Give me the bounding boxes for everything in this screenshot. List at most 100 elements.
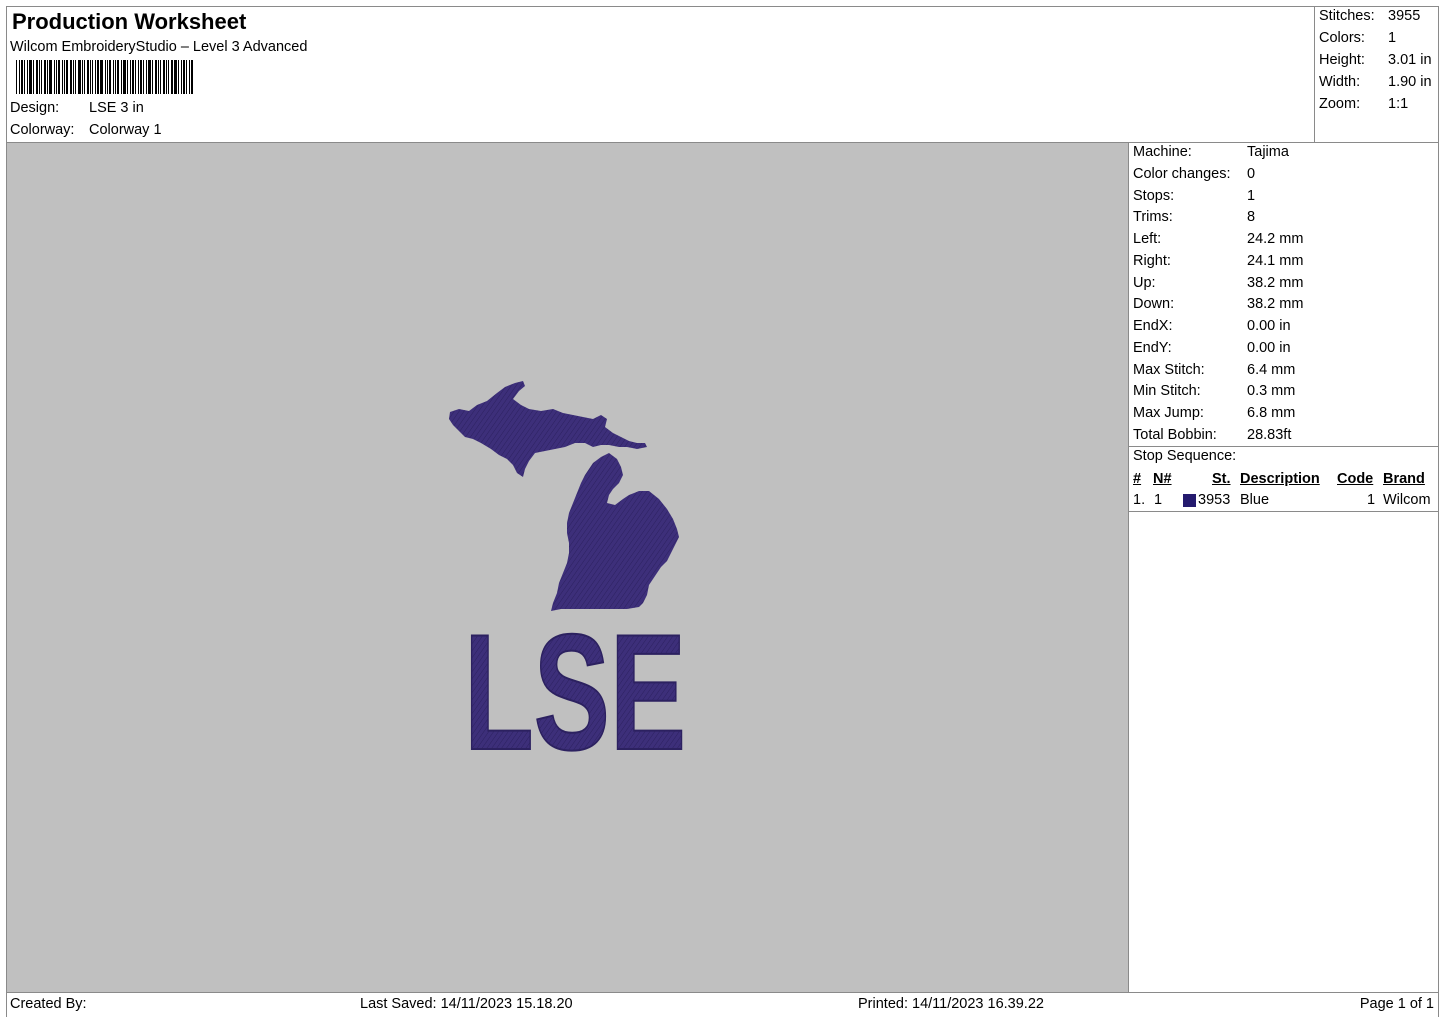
barcode-bar	[24, 60, 25, 94]
barcode-bar	[163, 60, 165, 94]
summary-label: Width:	[1319, 74, 1361, 90]
detail-label: Stops:	[1133, 187, 1175, 204]
barcode-bar	[56, 60, 57, 94]
detail-value: 0.3 mm	[1247, 383, 1296, 400]
detail-row: Up: 38.2 mm	[1133, 275, 1303, 291]
color-swatch	[1183, 494, 1196, 507]
detail-row: Max Jump: 6.8 mm	[1133, 405, 1295, 421]
barcode-bar	[191, 60, 193, 94]
colorway-value: Colorway 1	[89, 122, 162, 138]
barcode-bar	[171, 60, 173, 94]
summary-value: 3.01 in	[1388, 52, 1432, 68]
barcode-bar	[75, 60, 76, 94]
barcode-bar	[82, 60, 83, 94]
detail-label: Right:	[1133, 252, 1171, 269]
barcode-bar	[123, 60, 126, 94]
barcode-bar	[47, 60, 48, 94]
barcode-bar	[95, 60, 96, 94]
design-label: Design:	[10, 100, 60, 116]
stop-sequence-header: # N# St. Description Code Brand	[1133, 471, 1436, 489]
barcode-bar	[130, 60, 131, 94]
barcode-bar	[166, 60, 167, 94]
detail-value: 0.00 in	[1247, 318, 1291, 334]
barcode-bar	[140, 60, 142, 94]
detail-row: Total Bobbin: 28.83ft	[1133, 427, 1291, 443]
barcode-bar	[90, 60, 91, 94]
barcode-bar	[58, 60, 60, 94]
row-stitch: 3953	[1198, 492, 1231, 508]
detail-label: Machine:	[1133, 144, 1192, 160]
app-subtitle: Wilcom EmbroideryStudio – Level 3 Advanc…	[10, 39, 308, 55]
barcode-bar	[148, 60, 151, 94]
summary-value: 3955	[1388, 8, 1421, 24]
barcode-bar	[178, 60, 179, 94]
row-code: 1	[1367, 492, 1376, 508]
barcode-bar	[27, 60, 28, 94]
barcode-bar	[87, 60, 89, 94]
row-needle: 1	[1154, 492, 1163, 508]
barcode-bar	[155, 60, 157, 94]
barcode-bar	[109, 60, 111, 94]
detail-value: 6.8 mm	[1247, 405, 1296, 421]
summary-zoom: Zoom: 1:1	[1319, 96, 1408, 112]
detail-row: Right: 24.1 mm	[1133, 253, 1303, 269]
embroidery-design: LSE	[449, 381, 687, 785]
barcode-bar	[78, 60, 81, 94]
detail-label: EndY:	[1133, 339, 1172, 356]
detail-value: 6.4 mm	[1247, 361, 1296, 378]
design-value: LSE 3 in	[89, 100, 144, 116]
last-saved: Last Saved: 14/11/2023 15.18.20	[360, 996, 573, 1012]
barcode-bar	[29, 60, 32, 94]
design-row: Design: LSE 3 in	[10, 100, 144, 116]
detail-label: Total Bobbin:	[1133, 426, 1217, 443]
barcode-bar	[66, 60, 68, 94]
barcode-bar	[21, 60, 23, 94]
summary-label: Stitches:	[1319, 8, 1375, 24]
barcode-bar	[132, 60, 134, 94]
detail-row: EndY: 0.00 in	[1133, 340, 1291, 356]
summary-label: Colors:	[1319, 30, 1365, 46]
barcode-bar	[44, 60, 46, 94]
summary-colors: Colors: 1	[1319, 30, 1396, 46]
barcode-bar	[146, 60, 147, 94]
design-canvas: LSE	[6, 142, 1129, 993]
worksheet-header: Production Worksheet Wilcom EmbroiderySt…	[6, 6, 1315, 143]
detail-value: 24.2 mm	[1247, 231, 1304, 247]
detail-label: Down:	[1133, 296, 1175, 313]
detail-label: Max Stitch:	[1133, 361, 1205, 378]
col-description: Description	[1240, 471, 1320, 487]
barcode-bar	[54, 60, 55, 94]
barcode-bar	[127, 60, 128, 94]
colorway-label: Colorway:	[10, 122, 75, 138]
page-title: Production Worksheet	[12, 9, 247, 34]
detail-label: Trims:	[1133, 209, 1173, 226]
summary-value: 1	[1388, 30, 1397, 46]
row-description: Blue	[1240, 492, 1270, 508]
detail-row: Down: 38.2 mm	[1133, 296, 1303, 312]
barcode	[16, 60, 194, 94]
detail-row: Min Stitch: 0.3 mm	[1133, 383, 1295, 399]
detail-value: 8	[1247, 209, 1256, 226]
row-num: 1.	[1133, 492, 1146, 508]
barcode-bar	[19, 60, 20, 94]
barcode-bar	[49, 60, 52, 94]
barcode-bar	[105, 60, 106, 94]
barcode-bar	[64, 60, 65, 94]
detail-value: Tajima	[1247, 144, 1289, 160]
barcode-bar	[143, 60, 144, 94]
barcode-bar	[92, 60, 93, 94]
barcode-bar	[39, 60, 40, 94]
barcode-bar	[189, 60, 190, 94]
barcode-bar	[33, 60, 34, 94]
colorway-row: Colorway: Colorway 1	[10, 122, 162, 138]
printed-date: Printed: 14/11/2023 16.39.22	[858, 996, 1044, 1012]
detail-value: 0.00 in	[1247, 339, 1291, 356]
col-code: Code	[1337, 471, 1374, 487]
row-brand: Wilcom	[1383, 492, 1431, 508]
page-number: Page 1 of 1	[1359, 996, 1434, 1012]
detail-value: 28.83ft	[1247, 426, 1292, 443]
detail-row: Machine: Tajima	[1133, 144, 1289, 160]
detail-value: 0	[1247, 165, 1256, 182]
barcode-bar	[84, 60, 85, 94]
detail-value: 38.2 mm	[1247, 296, 1304, 313]
